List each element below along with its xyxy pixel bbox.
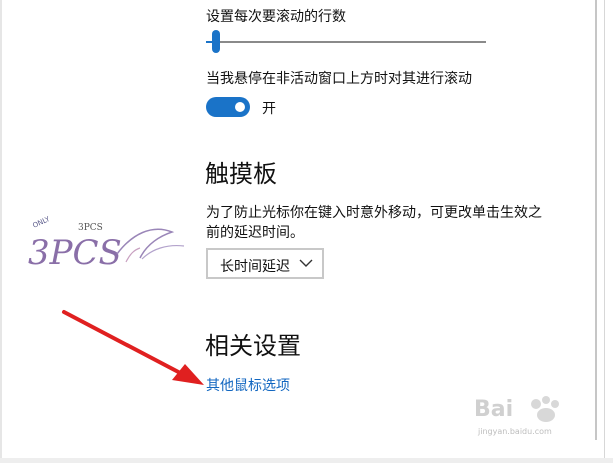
scroll-lines-slider-fill — [206, 41, 212, 43]
hover-scroll-state-label: 开 — [262, 101, 276, 117]
3pcs-watermark-logo: ONLY 3PCS 3PCS — [28, 215, 185, 273]
window-right-edge — [604, 0, 613, 463]
touchpad-description-line: 为了防止光标你在键入时意外移动，可更改单击生效之 — [206, 205, 542, 221]
related-settings-title: 相关设置 — [205, 332, 301, 360]
hover-scroll-label: 当我悬停在非活动窗口上方时对其进行滚动 — [206, 71, 472, 87]
window-bottom-edge — [0, 458, 613, 463]
window-left-border — [0, 0, 2, 463]
scroll-lines-slider-track[interactable] — [206, 41, 486, 43]
hover-scroll-toggle[interactable] — [206, 97, 250, 117]
touchpad-section-title: 触摸板 — [205, 160, 277, 188]
baidu-watermark: Bai jingyan.baidu.com — [474, 396, 559, 436]
chevron-down-icon — [299, 259, 313, 267]
scroll-lines-label: 设置每次要滚动的行数 — [206, 9, 346, 25]
touchpad-description-line: 前的延迟时间。 — [206, 225, 304, 241]
red-arrow-annotation — [62, 310, 204, 385]
touchpad-delay-selected: 长时间延迟 — [220, 259, 290, 275]
logo-text-only: ONLY — [31, 215, 51, 230]
touchpad-delay-dropdown[interactable]: 长时间延迟 — [206, 248, 324, 279]
touchpad-description: 为了防止光标你在键入时意外移动，可更改单击生效之 前的延迟时间。 — [206, 203, 576, 243]
scrollbar[interactable] — [595, 0, 597, 440]
toggle-knob — [235, 102, 245, 112]
other-mouse-options-link[interactable]: 其他鼠标选项 — [206, 375, 290, 395]
logo-text-main: 3PCS — [28, 233, 122, 273]
scroll-lines-slider-thumb[interactable] — [211, 30, 220, 53]
baidu-watermark-text: Bai — [474, 397, 513, 422]
settings-window: 设置每次要滚动的行数 当我悬停在非活动窗口上方时对其进行滚动 开 触摸板 为了防… — [0, 0, 613, 463]
baidu-watermark-url: jingyan.baidu.com — [477, 427, 552, 436]
logo-text-3pcs: 3PCS — [78, 223, 103, 233]
